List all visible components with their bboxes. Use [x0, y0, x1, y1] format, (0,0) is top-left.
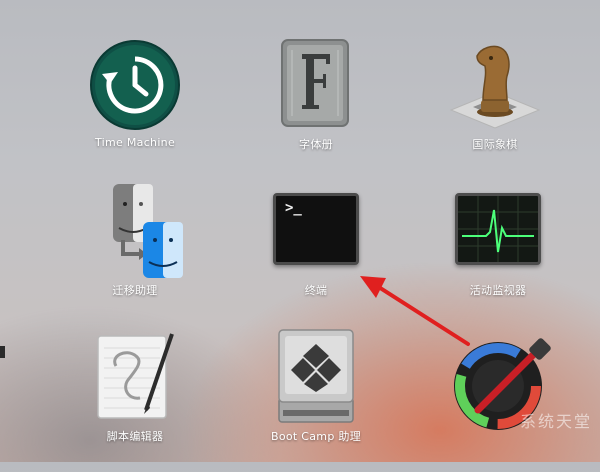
app-label-migration-assistant: 迁移助理 [112, 284, 158, 297]
app-label-script-editor: 脚本编辑器 [106, 430, 164, 443]
script-editor-icon [90, 328, 180, 424]
app-label-time-machine: Time Machine [94, 136, 176, 149]
terminal-prompt: >_ [285, 200, 302, 216]
font-book-icon [278, 36, 354, 132]
watermark: 系统天堂 [520, 412, 593, 431]
activity-monitor-icon [455, 193, 541, 265]
left-edge-mark [0, 346, 5, 358]
app-script-editor[interactable]: 脚本编辑器 [60, 322, 210, 472]
chess-icon [447, 36, 543, 132]
boot-camp-icon [273, 326, 359, 426]
app-time-machine[interactable]: Time Machine [60, 30, 210, 180]
migration-assistant-icon [85, 182, 185, 278]
app-label-font-book: 字体册 [299, 138, 333, 151]
app-chess[interactable]: 国际象棋 [420, 30, 570, 180]
app-migration-assistant[interactable]: 迁移助理 [60, 176, 210, 326]
app-label-chess: 国际象棋 [472, 138, 518, 151]
annotation-arrow [356, 272, 476, 356]
app-label-boot-camp: Boot Camp 助理 [270, 430, 362, 443]
time-machine-icon [88, 38, 182, 132]
app-font-book[interactable]: 字体册 [241, 30, 391, 180]
terminal-icon: >_ [273, 193, 359, 265]
